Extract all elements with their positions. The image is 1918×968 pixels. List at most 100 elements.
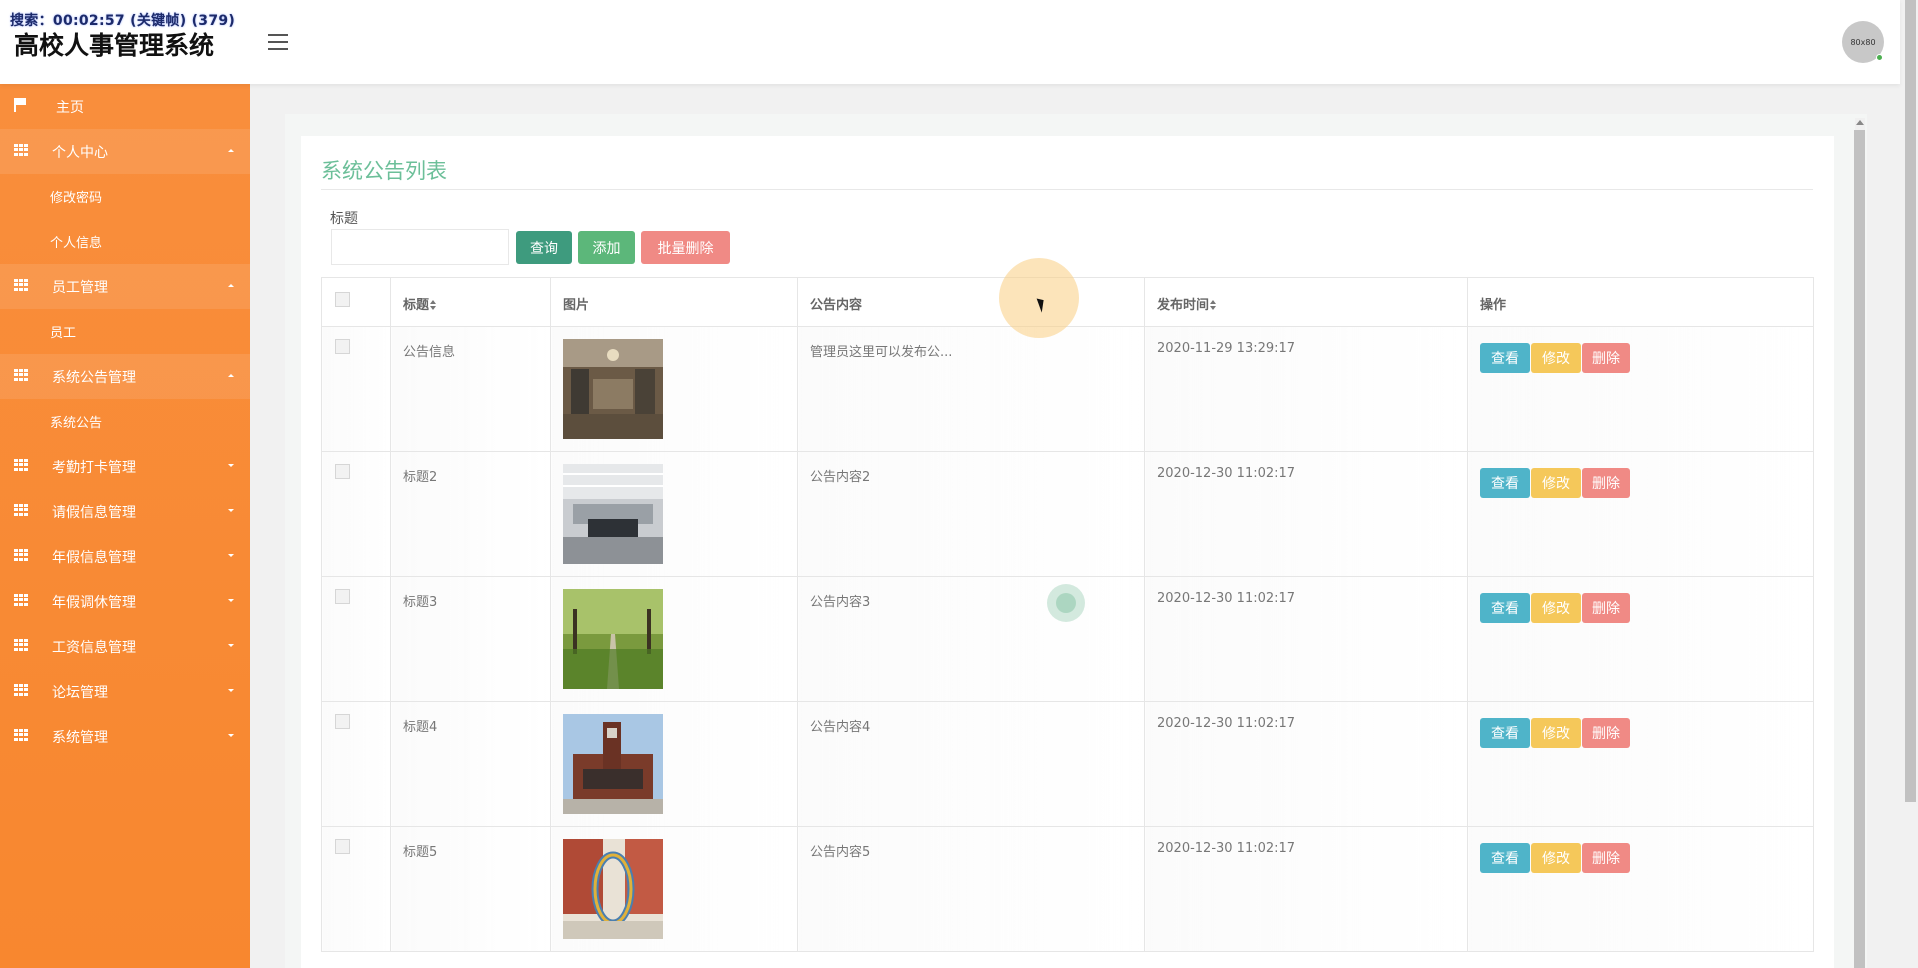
sidebar-item-label: 个人信息 xyxy=(50,236,103,251)
table-row: 标题2 公告内容2 2020-12-30 11:02:17 查看 修改 删除 xyxy=(321,451,1814,577)
page-scrollbar-thumb[interactable] xyxy=(1905,0,1916,802)
delete-button[interactable]: 删除 xyxy=(1582,593,1630,623)
view-button[interactable]: 查看 xyxy=(1480,593,1530,623)
row-select-cell[interactable] xyxy=(321,826,391,952)
row-ops: 查看 修改 删除 xyxy=(1467,326,1814,452)
top-header: 搜索：00:02:57 (关键帧) (379) 高校人事管理系统 80x80 xyxy=(0,0,1900,84)
announcement-image xyxy=(563,464,785,564)
grid-icon xyxy=(14,729,28,741)
table-row: 标题5 公告内容5 2020-12-30 11:02:17 查看 修改 删除 xyxy=(321,826,1814,952)
search-title-input[interactable] xyxy=(331,229,509,265)
delete-button[interactable]: 删除 xyxy=(1582,468,1630,498)
row-select-cell[interactable] xyxy=(321,701,391,827)
caret-down-icon xyxy=(228,734,234,737)
row-time: 2020-11-29 13:29:17 xyxy=(1144,326,1468,452)
announcement-image xyxy=(563,839,785,939)
header-title-label: 标题 xyxy=(403,298,430,313)
row-content: 公告内容2 xyxy=(797,451,1145,577)
row-checkbox[interactable] xyxy=(335,589,350,604)
row-select-cell[interactable] xyxy=(321,451,391,577)
header-time[interactable]: 发布时间 xyxy=(1144,277,1468,327)
click-marker xyxy=(1047,584,1085,622)
sidebar-item-14[interactable]: 系统管理 xyxy=(0,714,250,759)
view-button[interactable]: 查看 xyxy=(1480,843,1530,873)
sidebar-item-0[interactable]: 主页 xyxy=(0,84,250,129)
grid-icon xyxy=(14,504,28,516)
caret-down-icon xyxy=(228,464,234,467)
edit-button[interactable]: 修改 xyxy=(1531,468,1581,498)
add-button[interactable]: 添加 xyxy=(578,231,635,264)
caret-down-icon xyxy=(228,644,234,647)
delete-button[interactable]: 删除 xyxy=(1582,718,1630,748)
row-content: 公告内容4 xyxy=(797,701,1145,827)
sidebar-item-label: 修改密码 xyxy=(50,191,103,206)
row-image-cell xyxy=(550,826,798,952)
row-select-cell[interactable] xyxy=(321,326,391,452)
table-row: 标题4 公告内容4 2020-12-30 11:02:17 查看 修改 删除 xyxy=(321,701,1814,827)
sidebar-item-12[interactable]: 工资信息管理 xyxy=(0,624,250,669)
edit-button[interactable]: 修改 xyxy=(1531,843,1581,873)
row-select-cell[interactable] xyxy=(321,576,391,702)
sidebar-item-10[interactable]: 年假信息管理 xyxy=(0,534,250,579)
batch-delete-button[interactable]: 批量删除 xyxy=(641,231,730,264)
view-button[interactable]: 查看 xyxy=(1480,343,1530,373)
select-all-checkbox[interactable] xyxy=(335,292,350,307)
announcement-image xyxy=(563,589,785,689)
row-content: 公告内容5 xyxy=(797,826,1145,952)
edit-button[interactable]: 修改 xyxy=(1531,593,1581,623)
sidebar-item-13[interactable]: 论坛管理 xyxy=(0,669,250,714)
sidebar-item-11[interactable]: 年假调休管理 xyxy=(0,579,250,624)
sidebar-item-7[interactable]: 系统公告 xyxy=(0,399,250,444)
sidebar-item-9[interactable]: 请假信息管理 xyxy=(0,489,250,534)
title-divider xyxy=(321,189,1813,190)
sort-icon[interactable] xyxy=(430,300,437,310)
row-time: 2020-12-30 11:02:17 xyxy=(1144,826,1468,952)
grid-icon xyxy=(14,549,28,561)
row-content: 管理员这里可以发布公... xyxy=(797,326,1145,452)
sidebar-item-3[interactable]: 个人信息 xyxy=(0,219,250,264)
sort-icon[interactable] xyxy=(1210,300,1217,310)
header-content: 公告内容 xyxy=(797,277,1145,327)
header-ops: 操作 xyxy=(1467,277,1814,327)
view-button[interactable]: 查看 xyxy=(1480,718,1530,748)
header-image: 图片 xyxy=(550,277,798,327)
row-time: 2020-12-30 11:02:17 xyxy=(1144,451,1468,577)
query-button[interactable]: 查询 xyxy=(516,231,572,264)
scroll-up-arrow-icon[interactable] xyxy=(1856,120,1864,125)
delete-button[interactable]: 删除 xyxy=(1582,343,1630,373)
edit-button[interactable]: 修改 xyxy=(1531,718,1581,748)
content-scrollbar-thumb[interactable] xyxy=(1854,130,1865,968)
row-checkbox[interactable] xyxy=(335,714,350,729)
sidebar-item-label: 请假信息管理 xyxy=(52,504,136,521)
avatar-label: 80x80 xyxy=(1850,37,1876,47)
sidebar-item-8[interactable]: 考勤打卡管理 xyxy=(0,444,250,489)
page-title: 系统公告列表 xyxy=(321,159,447,183)
sidebar-item-5[interactable]: 员工 xyxy=(0,309,250,354)
row-checkbox[interactable] xyxy=(335,839,350,854)
header-title[interactable]: 标题 xyxy=(390,277,551,327)
sidebar-item-4[interactable]: 员工管理 xyxy=(0,264,250,309)
sidebar-item-2[interactable]: 修改密码 xyxy=(0,174,250,219)
row-image-cell xyxy=(550,576,798,702)
header-select-all[interactable] xyxy=(321,277,391,327)
row-checkbox[interactable] xyxy=(335,464,350,479)
grid-icon xyxy=(14,594,28,606)
row-ops: 查看 修改 删除 xyxy=(1467,826,1814,952)
table-row: 公告信息 管理员这里可以发布公... 2020-11-29 13:29:17 查看 修改… xyxy=(321,326,1814,452)
caret-down-icon xyxy=(228,689,234,692)
row-time: 2020-12-30 11:02:17 xyxy=(1144,701,1468,827)
view-button[interactable]: 查看 xyxy=(1480,468,1530,498)
row-ops: 查看 修改 删除 xyxy=(1467,576,1814,702)
row-ops: 查看 修改 删除 xyxy=(1467,701,1814,827)
row-title: 公告信息 xyxy=(390,326,551,452)
sidebar-item-label: 年假信息管理 xyxy=(52,549,136,566)
delete-button[interactable]: 删除 xyxy=(1582,843,1630,873)
edit-button[interactable]: 修改 xyxy=(1531,343,1581,373)
sidebar-item-1[interactable]: 个人中心 xyxy=(0,129,250,174)
hamburger-menu-icon[interactable] xyxy=(268,34,288,50)
caret-up-icon xyxy=(228,149,234,152)
sidebar-item-6[interactable]: 系统公告管理 xyxy=(0,354,250,399)
row-title: 标题3 xyxy=(390,576,551,702)
row-time: 2020-12-30 11:02:17 xyxy=(1144,576,1468,702)
row-checkbox[interactable] xyxy=(335,339,350,354)
